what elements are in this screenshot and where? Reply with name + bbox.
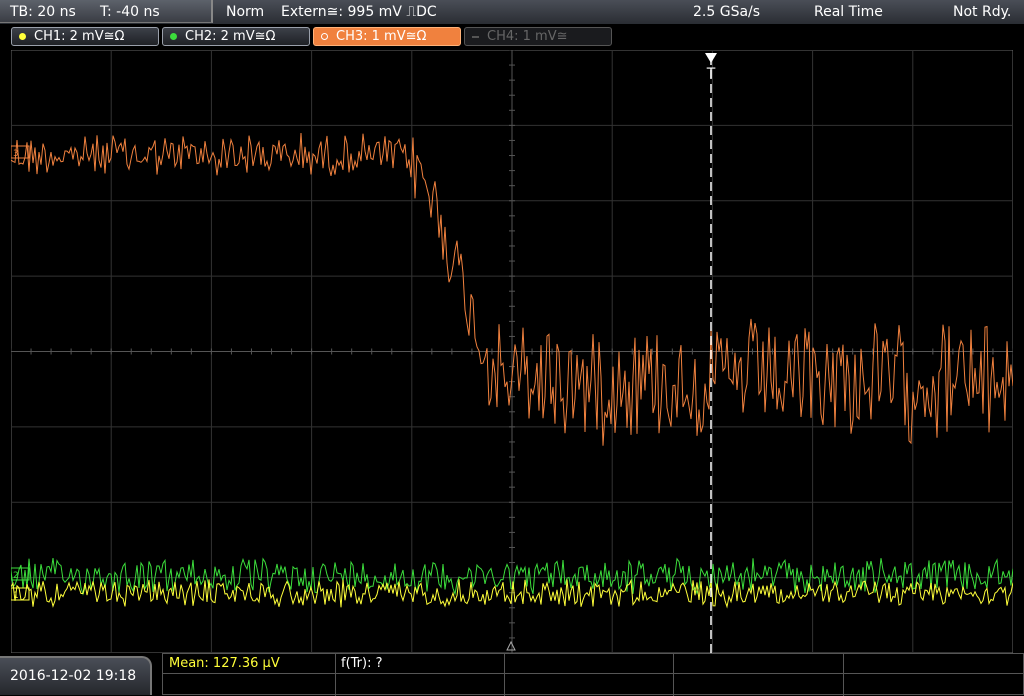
channel-3-button[interactable]: CH3: 1 mV≅Ω: [313, 27, 461, 46]
mean-measurement: Mean: 127.36 µV: [169, 656, 280, 671]
channel-3-indicator-icon: [321, 33, 328, 40]
status-bar: TB: 20 ns T: -40 ns Norm Extern≅: 995 mV…: [0, 0, 1024, 24]
sample-rate-label: 2.5 GSa/s: [693, 4, 761, 20]
acquisition-mode-label[interactable]: Real Time: [814, 0, 883, 24]
channel-1-indicator-icon: [19, 33, 26, 40]
measurement-divider: [163, 673, 1024, 674]
bottom-bar: 2016-12-02 19:18 Mean: 127.36 µV f(Tr): …: [0, 653, 1024, 696]
channel-1-label: CH1: 2 mV≅Ω: [34, 29, 125, 44]
channel-2-label: CH2: 2 mV≅Ω: [185, 29, 276, 44]
channel-4-button[interactable]: CH4: 1 mV≅: [464, 27, 612, 46]
channel-1-button[interactable]: CH1: 2 mV≅Ω: [11, 27, 159, 46]
run-status-label: Not Rdy.: [953, 4, 1012, 20]
trigger-marker-label: T: [706, 66, 716, 82]
measurement-separator: [504, 654, 505, 696]
measurement-separator: [673, 654, 674, 696]
channel-4-label: CH4: 1 mV≅: [487, 29, 568, 44]
channel-bar: CH1: 2 mV≅Ω CH2: 2 mV≅Ω CH3: 1 mV≅Ω CH4:…: [0, 24, 1024, 48]
measurement-separator: [335, 654, 336, 696]
measurement-separator: [843, 654, 844, 696]
datetime-box: 2016-12-02 19:18: [0, 656, 152, 695]
waveform-display[interactable]: T 3 2 1: [11, 50, 1013, 653]
trigger-source-label[interactable]: Extern≅: 995 mV ⎍DC: [281, 0, 437, 24]
channel-2-indicator-icon: [170, 33, 177, 40]
channel-2-button[interactable]: CH2: 2 mV≅Ω: [162, 27, 310, 46]
svg-text:1: 1: [13, 591, 19, 601]
trigger-mode-label[interactable]: Norm: [226, 0, 264, 24]
channel-3-label: CH3: 1 mV≅Ω: [336, 29, 427, 44]
channel-4-indicator-icon: [472, 36, 479, 38]
measurement-panel[interactable]: Mean: 127.36 µV f(Tr): ?: [162, 653, 1024, 696]
datetime-label: 2016-12-02 19:18: [10, 668, 137, 684]
timebase-box[interactable]: TB: 20 ns T: -40 ns: [0, 0, 213, 23]
svg-text:2: 2: [13, 571, 19, 581]
trigger-time-label: T: -40 ns: [100, 4, 160, 20]
svg-text:3: 3: [13, 149, 19, 159]
timebase-label: TB: 20 ns: [10, 4, 76, 20]
trigger-frequency-measurement: f(Tr): ?: [341, 656, 383, 671]
